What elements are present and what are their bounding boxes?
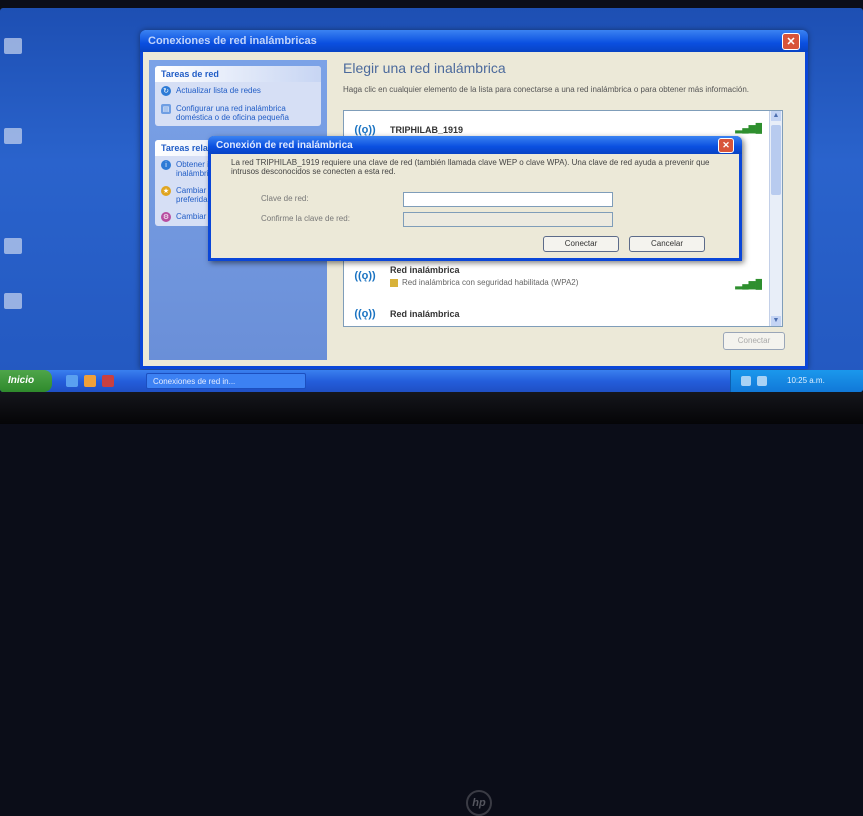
star-icon: ★ bbox=[161, 186, 171, 196]
media-player-icon[interactable] bbox=[84, 375, 96, 387]
close-icon[interactable]: ✕ bbox=[718, 137, 734, 153]
connect-button[interactable]: Conectar bbox=[543, 236, 619, 252]
info-icon: i bbox=[161, 160, 171, 170]
lock-icon bbox=[390, 278, 398, 287]
network-key-label: Clave de red: bbox=[261, 194, 309, 203]
volume-icon[interactable] bbox=[757, 376, 767, 386]
panel-header: Tareas de red bbox=[155, 66, 321, 82]
network-item[interactable]: ((ǫ)) Red inalámbrica bbox=[350, 299, 770, 329]
network-key-dialog: Conexión de red inalámbrica ✕ La red TRI… bbox=[208, 136, 742, 261]
dialog-title: Conexión de red inalámbrica bbox=[216, 139, 353, 151]
monitor-bezel: hp bbox=[0, 392, 863, 816]
refresh-icon: ↻ bbox=[161, 86, 171, 96]
desktop-icon[interactable] bbox=[4, 38, 22, 54]
dialog-message: La red TRIPHILAB_1919 requiere una clave… bbox=[231, 158, 710, 176]
cancel-button[interactable]: Cancelar bbox=[629, 236, 705, 252]
setup-wireless-network-link[interactable]: ▤ Configurar una red inalámbrica domésti… bbox=[155, 100, 321, 126]
wireless-antenna-icon: ((ǫ)) bbox=[354, 270, 376, 282]
taskbar-window-button[interactable]: Conexiones de red in... bbox=[146, 373, 306, 389]
dialog-titlebar[interactable]: Conexión de red inalámbrica ✕ bbox=[208, 136, 742, 154]
settings-icon: ⚙ bbox=[161, 212, 171, 222]
refresh-network-list-link[interactable]: ↻ Actualizar lista de redes bbox=[155, 82, 321, 100]
window-title: Conexiones de red inalámbricas bbox=[148, 35, 317, 47]
desktop-icon[interactable] bbox=[4, 128, 22, 144]
signal-strength-icon: ▂▄▆█ bbox=[735, 279, 762, 289]
close-icon[interactable]: ✕ bbox=[782, 32, 800, 50]
network-setup-icon: ▤ bbox=[161, 104, 171, 114]
desktop-icon[interactable] bbox=[4, 238, 22, 254]
signal-strength-icon: ▂▄▆█ bbox=[735, 123, 762, 133]
window-titlebar[interactable]: Conexiones de red inalámbricas ✕ bbox=[140, 30, 808, 52]
start-button[interactable]: Inicio bbox=[0, 370, 52, 392]
connect-button[interactable]: Conectar bbox=[723, 332, 785, 350]
network-name: Red inalámbrica bbox=[390, 265, 460, 275]
monitor-screen: Conexiones de red inalámbricas ✕ Tareas … bbox=[0, 8, 863, 392]
browser-icon[interactable] bbox=[66, 375, 78, 387]
system-tray: 10:25 a.m. bbox=[730, 370, 863, 392]
network-text: TRIPHILAB_1919 bbox=[390, 125, 463, 135]
network-name: Red inalámbrica bbox=[390, 309, 460, 319]
network-sub-label: Red inalámbrica con seguridad habilitada… bbox=[402, 278, 579, 287]
scroll-up-icon[interactable]: ▲ bbox=[771, 111, 781, 121]
confirm-key-label: Confirme la clave de red: bbox=[261, 214, 350, 223]
network-text: Red inalámbrica Red inalámbrica con segu… bbox=[390, 265, 578, 287]
network-list-scrollbar[interactable]: ▲ ▼ bbox=[769, 111, 782, 326]
clock[interactable]: 10:25 a.m. bbox=[787, 370, 825, 392]
taskbar: Inicio Conexiones de red in... 10:25 a.m… bbox=[0, 370, 863, 392]
network-text: Red inalámbrica bbox=[390, 309, 460, 319]
desktop-icon[interactable] bbox=[102, 375, 114, 387]
panel-item-label: Configurar una red inalámbrica doméstica… bbox=[176, 104, 289, 122]
confirm-key-input[interactable] bbox=[403, 212, 613, 227]
network-item[interactable]: ((ǫ)) Red inalámbrica Red inalámbrica co… bbox=[350, 261, 770, 291]
wireless-antenna-icon: ((ǫ)) bbox=[354, 308, 376, 320]
network-name: TRIPHILAB_1919 bbox=[390, 125, 464, 135]
hp-logo: hp bbox=[466, 790, 492, 816]
wireless-antenna-icon: ((ǫ)) bbox=[354, 124, 376, 136]
scroll-down-icon[interactable]: ▼ bbox=[771, 316, 781, 326]
network-key-input[interactable] bbox=[403, 192, 613, 207]
desktop-icon[interactable] bbox=[4, 293, 22, 309]
content-title: Elegir una red inalámbrica bbox=[343, 60, 506, 76]
scroll-thumb[interactable] bbox=[771, 125, 781, 195]
network-security-status: Red inalámbrica con seguridad habilitada… bbox=[390, 278, 578, 287]
panel-item-label: Actualizar lista de redes bbox=[176, 86, 261, 95]
network-tasks-panel: Tareas de red ↻ Actualizar lista de rede… bbox=[155, 66, 321, 126]
content-description: Haga clic en cualquier elemento de la li… bbox=[343, 85, 750, 94]
network-status-icon[interactable] bbox=[741, 376, 751, 386]
